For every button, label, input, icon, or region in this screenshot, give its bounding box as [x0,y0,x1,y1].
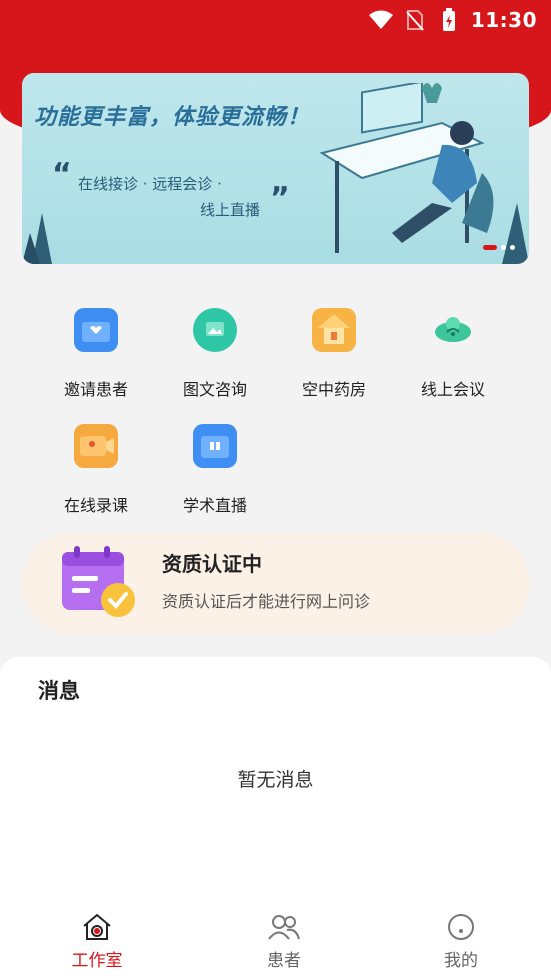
live-tv-icon [193,424,237,468]
battery-charging-icon [437,8,461,32]
promo-banner[interactable]: 功能更丰富，体验更流畅！ “ 在线接诊 · 远程会诊 · 线上直播 ” [22,73,529,264]
meeting-icon [431,308,475,352]
banner-line-2: 线上直播 [200,201,261,219]
grid-item-label: 在线录课 [63,496,128,515]
grid-item-label: 图文咨询 [182,380,247,399]
record-course-icon [74,424,118,468]
patients-icon [268,915,300,940]
tab-label: 工作室 [71,951,123,971]
profile-icon [448,914,474,940]
invite-patient-icon [74,308,118,352]
status-time: 11:30 [470,8,537,32]
grid-item-invite-patient[interactable]: 邀请患者 [36,300,156,400]
messages-empty-text: 暂无消息 [237,769,314,791]
tab-workspace[interactable]: 工作室 [42,912,152,971]
pharmacy-icon [312,308,356,352]
grid-item-image-consult[interactable]: 图文咨询 [155,300,275,400]
certification-title: 资质认证中 [162,552,262,576]
pagination-dot [501,245,506,250]
tab-label: 患者 [267,951,301,971]
tab-profile[interactable]: 我的 [406,912,516,971]
grid-item-label: 线上会议 [420,380,485,399]
no-sim-icon [403,8,427,32]
grid-item-pharmacy[interactable]: 空中药房 [274,300,394,400]
doctor-desk-illustration [319,83,529,264]
tab-label: 我的 [444,951,478,971]
status-bar: 11:30 [0,0,551,40]
banner-pagination [483,245,515,250]
wifi-icon [368,8,393,32]
grid-item-label: 学术直播 [182,496,247,515]
home-icon [83,913,111,940]
open-quote-icon: “ [52,157,72,192]
messages-panel: 消息 暂无消息 [0,657,551,917]
image-consult-icon [193,308,237,352]
plant-left-icon [22,213,52,264]
tab-patients[interactable]: 患者 [229,912,339,971]
messages-title: 消息 [38,679,80,703]
grid-item-label: 空中药房 [301,380,366,399]
pagination-dot [510,245,515,250]
bottom-tab-bar: 工作室 患者 我的 [0,900,551,979]
certification-subtitle: 资质认证后才能进行网上问诊 [162,592,371,611]
certification-card[interactable]: 资质认证中 资质认证后才能进行网上问诊 [22,532,529,634]
grid-item-label: 邀请患者 [63,380,128,399]
pagination-dot-active [483,245,497,250]
grid-item-meeting[interactable]: 线上会议 [393,300,513,400]
close-quote-icon: ” [270,181,290,216]
grid-item-live-stream[interactable]: 学术直播 [155,416,275,516]
banner-title: 功能更丰富，体验更流畅！ [34,105,311,130]
calendar-check-icon [62,546,135,617]
grid-item-record-course[interactable]: 在线录课 [36,416,156,516]
banner-line-1: 在线接诊 · 远程会诊 · [78,175,222,193]
